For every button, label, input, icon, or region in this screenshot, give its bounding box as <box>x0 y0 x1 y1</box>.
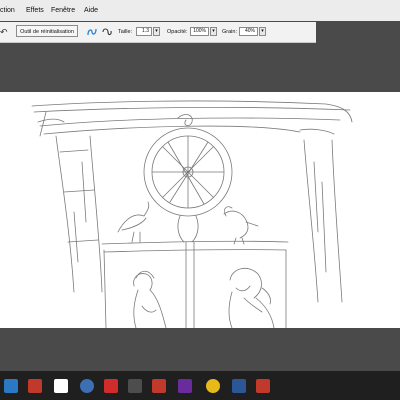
libreoffice-icon[interactable] <box>4 379 18 393</box>
opacity-label: Opacité: <box>167 29 188 35</box>
menu-fenetre[interactable]: Fenêtre <box>51 0 75 21</box>
size-field[interactable]: 1.3 <box>136 27 152 36</box>
drawing-canvas[interactable] <box>0 92 400 329</box>
mail-icon[interactable] <box>54 379 68 393</box>
menu-effets[interactable]: Effets <box>26 0 44 21</box>
chrome-icon[interactable] <box>206 379 220 393</box>
toolbar-empty-area <box>316 21 400 43</box>
taskbar <box>0 371 400 400</box>
size-dropdown[interactable]: ▾ <box>153 27 160 36</box>
reset-tool-button[interactable]: Outil de réinitialisation <box>16 25 78 37</box>
tool-options-bar: ↶ Outil de réinitialisation Taille: 1.3 … <box>0 22 316 43</box>
word-icon[interactable] <box>232 379 246 393</box>
menu-aide[interactable]: Aide <box>84 0 98 21</box>
size-label: Taille: <box>118 29 133 35</box>
opacity-field[interactable]: 100% <box>190 27 209 36</box>
grain-dropdown[interactable]: ▾ <box>259 27 266 36</box>
brush-stroke-icon[interactable] <box>86 26 98 38</box>
opacity-dropdown[interactable]: ▾ <box>210 27 217 36</box>
app-red-arrow-icon[interactable] <box>104 379 118 393</box>
menu-selection[interactable]: ction <box>0 0 15 21</box>
app-red-icon[interactable] <box>28 379 42 393</box>
visual-studio-icon[interactable] <box>178 379 192 393</box>
app-blue-icon[interactable] <box>80 379 94 393</box>
menu-bar: ction Effets Fenêtre Aide <box>0 0 400 21</box>
grain-label: Grain: <box>222 29 237 35</box>
app-red2-icon[interactable] <box>256 379 270 393</box>
shield-icon[interactable] <box>128 379 142 393</box>
yahoo-icon[interactable] <box>152 379 166 393</box>
smooth-stroke-icon[interactable] <box>101 26 113 38</box>
pencil-sketch <box>31 100 353 329</box>
undo-arc-icon[interactable]: ↶ <box>0 22 8 42</box>
grain-field[interactable]: 40% <box>239 27 258 36</box>
